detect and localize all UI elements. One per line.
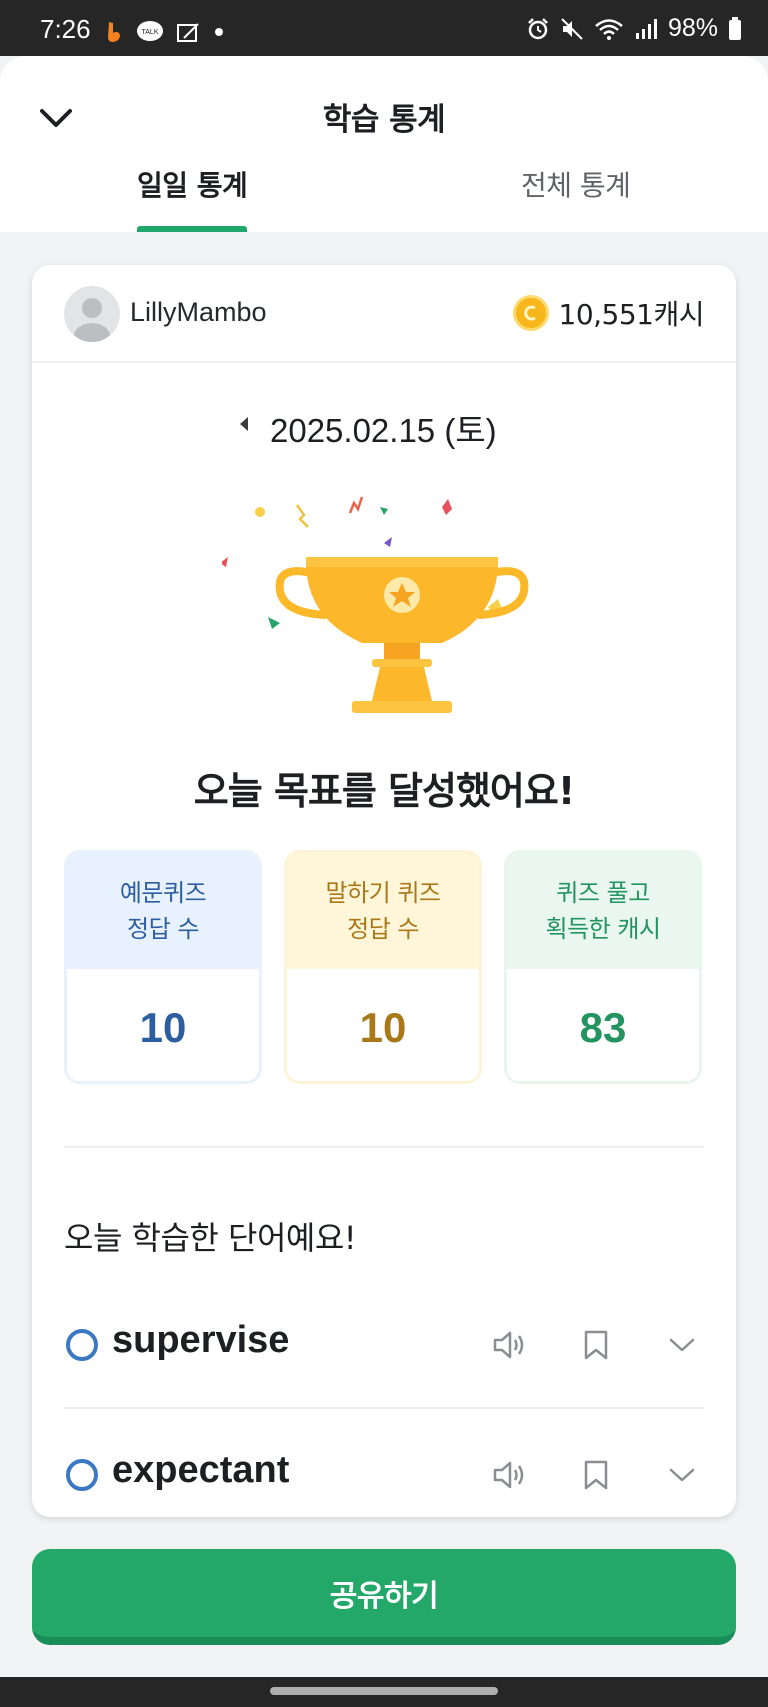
- caret-left-icon: [240, 417, 248, 431]
- system-icons: 98%: [526, 14, 742, 43]
- person-icon: [74, 298, 110, 342]
- bing-app-icon: [108, 22, 120, 42]
- stat-example-quiz: 예문퀴즈정답 수 10: [64, 850, 262, 1084]
- word-list-item[interactable]: expectant: [64, 1411, 704, 1517]
- date-label: 2025.02.15 (토): [270, 412, 497, 449]
- stat-value: 83: [507, 969, 699, 1081]
- coin-icon: [512, 295, 549, 331]
- play-audio-button[interactable]: [488, 1453, 532, 1497]
- stat-label-line1: 퀴즈 풀고: [556, 879, 650, 907]
- alarm-icon: [528, 17, 548, 39]
- cash-balance: 10,551캐시: [512, 293, 705, 333]
- stat-speaking-quiz: 말하기 퀴즈정답 수 10: [284, 850, 482, 1084]
- screenshot-edit-icon: [177, 23, 199, 42]
- stat-label-line2: 획득한 캐시: [545, 915, 661, 943]
- word-marker-circle: [66, 1459, 98, 1491]
- bookmark-button[interactable]: [574, 1453, 618, 1497]
- header: 학습 통계 일일 통계 전체 통계: [0, 56, 768, 232]
- stats-card: LillyMambo 10,551캐시 2025.02.15 (토) 오늘 목표…: [32, 265, 736, 1517]
- words-heading: 오늘 학습한 단어예요!: [64, 1219, 357, 1257]
- kakaotalk-icon: TALK: [137, 21, 163, 41]
- speaker-icon: [493, 1331, 524, 1359]
- chevron-down-icon: [669, 1468, 695, 1482]
- word-list-item[interactable]: supervise: [64, 1281, 704, 1409]
- speaker-icon: [493, 1461, 524, 1489]
- expand-word-button[interactable]: [660, 1453, 704, 1497]
- user-row: LillyMambo 10,551캐시: [32, 265, 736, 363]
- play-audio-button[interactable]: [488, 1323, 532, 1367]
- expand-word-button[interactable]: [660, 1323, 704, 1367]
- tab-total-stats[interactable]: 전체 통계: [521, 164, 631, 204]
- stat-label: 퀴즈 풀고획득한 캐시: [507, 853, 699, 969]
- tab-daily-stats[interactable]: 일일 통계: [137, 164, 248, 204]
- stat-label-line1: 예문퀴즈: [119, 879, 207, 907]
- status-time: 7:26: [40, 14, 91, 44]
- share-button[interactable]: 공유하기: [32, 1549, 736, 1645]
- page-title: 학습 통계: [322, 102, 446, 138]
- signal-icon: [635, 18, 657, 39]
- chevron-down-icon: [669, 1338, 695, 1352]
- trophy-illustration: [222, 496, 529, 713]
- navigation-bar: [0, 1677, 768, 1707]
- divider: [64, 1146, 704, 1148]
- avatar: [64, 286, 120, 342]
- wifi-icon: [595, 18, 623, 40]
- notification-icons: TALK: [104, 20, 224, 44]
- word-marker-circle: [66, 1329, 98, 1361]
- stat-label-line2: 정답 수: [347, 915, 419, 943]
- word-text: supervise: [112, 1319, 290, 1361]
- stat-label-line1: 말하기 퀴즈: [325, 879, 441, 907]
- bookmark-icon: [584, 1460, 608, 1490]
- cash-amount: 10,551캐시: [558, 298, 705, 331]
- previous-date-button[interactable]: [232, 410, 256, 438]
- mute-icon: [561, 17, 583, 40]
- battery-icon: [729, 16, 741, 40]
- stat-label: 예문퀴즈정답 수: [67, 853, 259, 969]
- username: LillyMambo: [130, 297, 267, 327]
- stat-label: 말하기 퀴즈정답 수: [287, 853, 479, 969]
- stat-earned-cash: 퀴즈 풀고획득한 캐시 83: [504, 850, 702, 1084]
- stat-value: 10: [287, 969, 479, 1081]
- status-bar: 7:26 TALK 98%: [0, 0, 768, 56]
- word-text: expectant: [112, 1449, 290, 1491]
- stat-label-line2: 정답 수: [127, 915, 199, 943]
- battery-percent: 98%: [667, 14, 718, 42]
- home-indicator[interactable]: [270, 1687, 498, 1695]
- achievement-message: 오늘 목표를 달성했어요!: [193, 769, 575, 813]
- bookmark-button[interactable]: [574, 1323, 618, 1367]
- stat-value: 10: [67, 969, 259, 1081]
- bookmark-icon: [584, 1330, 608, 1360]
- svg-text:TALK: TALK: [142, 29, 159, 36]
- date-selector: 2025.02.15 (토): [32, 400, 736, 450]
- active-tab-indicator: [137, 226, 247, 232]
- dot-icon: [215, 28, 223, 36]
